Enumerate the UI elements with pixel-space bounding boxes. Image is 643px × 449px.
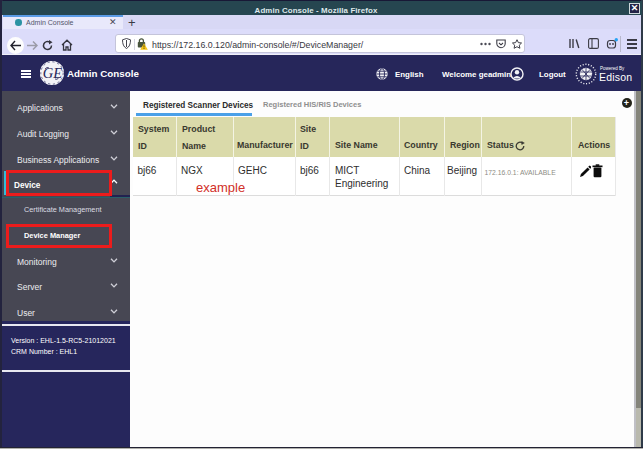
svg-text:GE: GE [42, 65, 61, 81]
